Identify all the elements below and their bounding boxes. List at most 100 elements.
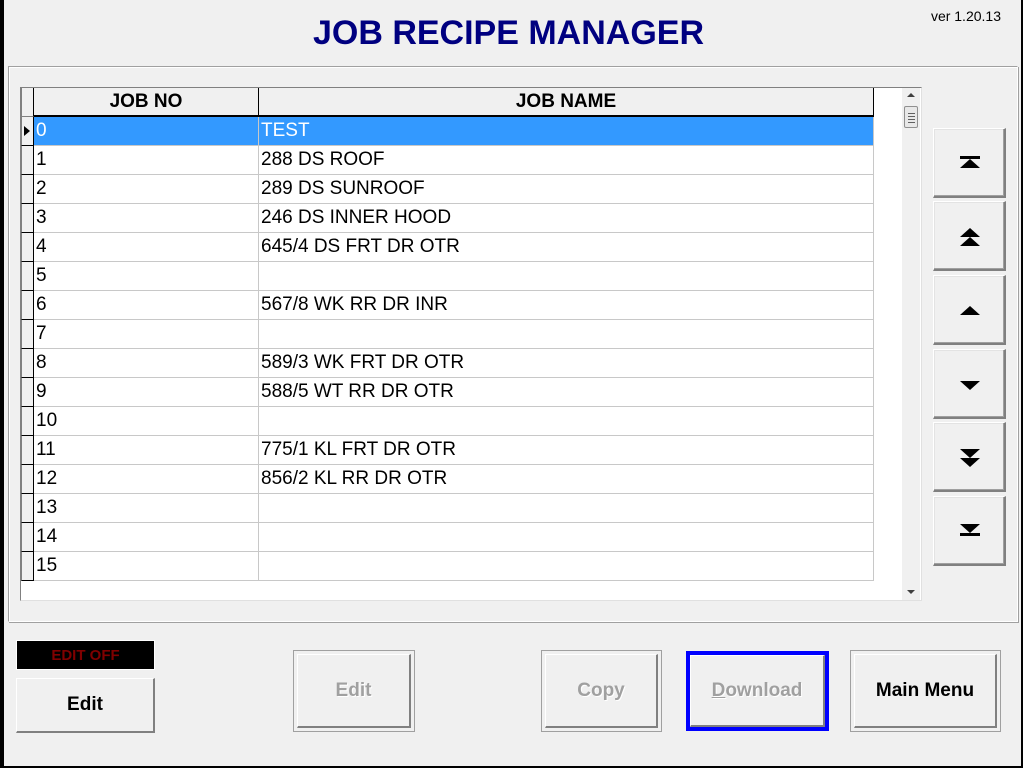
job-no-cell[interactable]: 3 <box>34 204 259 233</box>
job-no-cell[interactable]: 5 <box>34 262 259 291</box>
row-header[interactable] <box>21 146 34 175</box>
grid-header-row: JOB NO JOB NAME <box>21 88 874 117</box>
column-header-job-name[interactable]: JOB NAME <box>259 88 874 117</box>
edit-toggle-button[interactable]: Edit <box>16 678 155 733</box>
job-no-cell[interactable]: 1 <box>34 146 259 175</box>
job-no-cell[interactable]: 12 <box>34 465 259 494</box>
table-row[interactable]: 14 <box>21 523 874 552</box>
job-no-cell[interactable]: 0 <box>34 117 259 146</box>
edit-button[interactable]: Edit <box>293 650 415 732</box>
row-header[interactable] <box>21 320 34 349</box>
vertical-scrollbar[interactable] <box>902 88 920 600</box>
job-name-cell[interactable] <box>259 407 874 436</box>
job-name-cell[interactable]: 588/5 WT RR DR OTR <box>259 378 874 407</box>
job-name-cell[interactable]: 645/4 DS FRT DR OTR <box>259 233 874 262</box>
job-name-cell[interactable] <box>259 552 874 581</box>
job-name-cell[interactable]: 246 DS INNER HOOD <box>259 204 874 233</box>
row-header-corner <box>21 88 34 117</box>
version-label: ver 1.20.13 <box>930 8 1001 24</box>
grid-body: 0 TEST 1 288 DS ROOF 2 289 DS SUNROOF 3 246 DS … <box>21 117 874 581</box>
arrow-up-icon <box>960 306 980 315</box>
job-no-cell[interactable]: 4 <box>34 233 259 262</box>
table-row[interactable]: 13 <box>21 494 874 523</box>
scroll-thumb[interactable] <box>904 106 918 128</box>
job-name-cell[interactable]: 775/1 KL FRT DR OTR <box>259 436 874 465</box>
row-header[interactable] <box>21 407 34 436</box>
row-header[interactable] <box>21 204 34 233</box>
job-no-cell[interactable]: 10 <box>34 407 259 436</box>
job-name-cell[interactable]: 289 DS SUNROOF <box>259 175 874 204</box>
table-row[interactable]: 11 775/1 KL FRT DR OTR <box>21 436 874 465</box>
row-header[interactable] <box>21 523 34 552</box>
row-header[interactable] <box>21 233 34 262</box>
main-menu-button[interactable]: Main Menu <box>850 650 1001 732</box>
column-header-job-no[interactable]: JOB NO <box>34 88 259 117</box>
arrow-down-icon <box>960 381 980 390</box>
table-row[interactable]: 3 246 DS INNER HOOD <box>21 204 874 233</box>
job-no-cell[interactable]: 13 <box>34 494 259 523</box>
table-row[interactable]: 8 589/3 WK FRT DR OTR <box>21 349 874 378</box>
double-arrow-up-icon <box>960 228 980 246</box>
previous-record-button[interactable] <box>933 275 1006 345</box>
table-row[interactable]: 9 588/5 WT RR DR OTR <box>21 378 874 407</box>
job-name-cell[interactable]: 856/2 KL RR DR OTR <box>259 465 874 494</box>
table-row[interactable]: 15 <box>21 552 874 581</box>
page-up-button[interactable] <box>933 201 1006 271</box>
download-button[interactable]: Download <box>690 655 825 727</box>
arrow-bottom-bar-icon <box>960 524 980 536</box>
job-name-cell[interactable] <box>259 320 874 349</box>
last-record-button[interactable] <box>933 496 1006 566</box>
table-row[interactable]: 4 645/4 DS FRT DR OTR <box>21 233 874 262</box>
job-no-cell[interactable]: 15 <box>34 552 259 581</box>
edit-label: Edit <box>335 680 372 701</box>
copy-label: Copy <box>577 680 625 701</box>
download-label: Download <box>711 680 803 701</box>
job-name-cell[interactable]: 589/3 WK FRT DR OTR <box>259 349 874 378</box>
job-no-cell[interactable]: 14 <box>34 523 259 552</box>
table-row[interactable]: 2 289 DS SUNROOF <box>21 175 874 204</box>
row-header[interactable] <box>21 117 34 146</box>
page-down-button[interactable] <box>933 422 1006 492</box>
table-row[interactable]: 7 <box>21 320 874 349</box>
job-no-cell[interactable]: 2 <box>34 175 259 204</box>
job-name-cell[interactable] <box>259 494 874 523</box>
row-header[interactable] <box>21 436 34 465</box>
job-name-cell[interactable]: 567/8 WK RR DR INR <box>259 291 874 320</box>
table-row[interactable]: 12 856/2 KL RR DR OTR <box>21 465 874 494</box>
edit-toggle-label: Edit <box>67 694 103 715</box>
table-row[interactable]: 0 TEST <box>21 117 874 146</box>
row-header[interactable] <box>21 291 34 320</box>
scroll-down-arrow-icon[interactable] <box>902 584 920 600</box>
row-header[interactable] <box>21 349 34 378</box>
table-row[interactable]: 5 <box>21 262 874 291</box>
job-no-cell[interactable]: 7 <box>34 320 259 349</box>
next-record-button[interactable] <box>933 349 1006 419</box>
row-header[interactable] <box>21 494 34 523</box>
scroll-up-arrow-icon[interactable] <box>902 88 920 104</box>
edit-status-indicator: EDIT OFF <box>16 640 155 670</box>
job-grid[interactable]: JOB NO JOB NAME 0 TEST 1 288 DS ROOF 2 289 DS… <box>20 87 922 601</box>
job-no-cell[interactable]: 11 <box>34 436 259 465</box>
job-name-cell[interactable]: TEST <box>259 117 874 146</box>
row-header[interactable] <box>21 175 34 204</box>
main-menu-label: Main Menu <box>875 680 975 701</box>
row-header[interactable] <box>21 262 34 291</box>
table-row[interactable]: 10 <box>21 407 874 436</box>
job-name-cell[interactable] <box>259 523 874 552</box>
job-no-cell[interactable]: 9 <box>34 378 259 407</box>
copy-button[interactable]: Copy <box>541 650 662 732</box>
table-row[interactable]: 1 288 DS ROOF <box>21 146 874 175</box>
row-header[interactable] <box>21 465 34 494</box>
row-header[interactable] <box>21 552 34 581</box>
current-row-pointer-icon <box>24 126 30 136</box>
job-name-cell[interactable] <box>259 262 874 291</box>
table-row[interactable]: 6 567/8 WK RR DR INR <box>21 291 874 320</box>
job-name-cell[interactable]: 288 DS ROOF <box>259 146 874 175</box>
row-header[interactable] <box>21 378 34 407</box>
job-no-cell[interactable]: 8 <box>34 349 259 378</box>
double-arrow-down-icon <box>960 449 980 467</box>
page-title: JOB RECIPE MANAGER <box>312 14 705 52</box>
first-record-button[interactable] <box>933 128 1006 198</box>
arrow-top-bar-icon <box>960 156 980 168</box>
job-no-cell[interactable]: 6 <box>34 291 259 320</box>
